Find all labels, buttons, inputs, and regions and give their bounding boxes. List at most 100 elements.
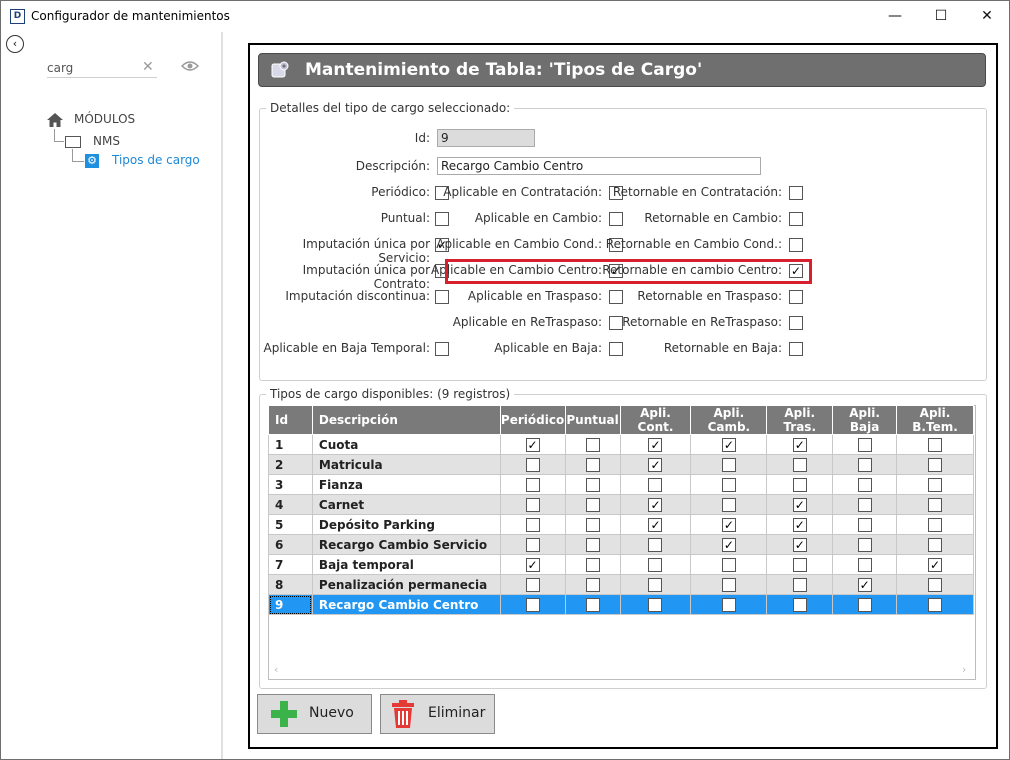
row-checkbox[interactable]: ✓ [525,437,540,452]
row-checkbox[interactable] [857,597,872,612]
retornable-baja-checkbox[interactable] [789,342,803,356]
close-button[interactable]: ✕ [964,1,1010,32]
row-checkbox[interactable] [792,597,807,612]
retornable-contratacion-checkbox[interactable] [789,186,803,200]
col-header-id[interactable]: Id [268,405,313,435]
col-header-apli-btem[interactable]: Apli. B.Tem. [896,405,974,435]
col-header-apli-tras[interactable]: Apli. Tras. [766,405,834,435]
row-checkbox[interactable] [928,577,943,592]
row-checkbox[interactable] [928,517,943,532]
row-checkbox[interactable] [721,597,736,612]
row-checkbox[interactable] [648,557,663,572]
row-checkbox[interactable] [928,477,943,492]
row-checkbox[interactable] [857,497,872,512]
row-checkbox[interactable] [928,437,943,452]
row-checkbox[interactable] [721,457,736,472]
row-checkbox[interactable] [857,477,872,492]
col-header-descripcion[interactable]: Descripción [311,405,501,435]
row-checkbox[interactable]: ✓ [648,497,663,512]
maximize-button[interactable]: ☐ [918,1,964,32]
retornable-traspaso-checkbox[interactable] [789,290,803,304]
row-checkbox[interactable]: ✓ [792,517,807,532]
row-checkbox[interactable] [792,557,807,572]
row-checkbox[interactable] [648,577,663,592]
row-checkbox[interactable] [525,457,540,472]
row-checkbox[interactable] [648,537,663,552]
row-checkbox[interactable] [585,557,600,572]
row-checkbox[interactable] [857,517,872,532]
row-checkbox[interactable] [928,597,943,612]
row-checkbox[interactable]: ✓ [721,517,736,532]
retornable-cambio-cond-checkbox[interactable] [789,238,803,252]
row-checkbox[interactable] [585,437,600,452]
table-row[interactable]: 1 Cuota ✓ ✓ ✓ ✓ [268,434,974,455]
row-checkbox[interactable]: ✓ [928,557,943,572]
row-checkbox[interactable] [648,477,663,492]
description-field[interactable]: Recargo Cambio Centro [437,157,761,175]
row-checkbox[interactable]: ✓ [648,437,663,452]
table-row[interactable]: 8 Penalización permanecia ✓ [268,574,974,595]
back-arrow-icon[interactable]: ‹ [6,35,24,53]
row-checkbox[interactable] [857,457,872,472]
row-checkbox[interactable] [721,557,736,572]
row-checkbox[interactable]: ✓ [721,537,736,552]
clear-search-icon[interactable]: ✕ [142,59,154,75]
tree-root-modules[interactable]: MÓDULOS [74,112,135,126]
row-checkbox[interactable] [792,577,807,592]
row-checkbox[interactable] [585,597,600,612]
row-checkbox[interactable]: ✓ [648,457,663,472]
tree-item-nms[interactable]: NMS [93,134,120,148]
row-checkbox[interactable] [857,437,872,452]
table-row[interactable]: 3 Fianza [268,474,974,495]
row-checkbox[interactable] [525,497,540,512]
tree-item-tipos-de-cargo[interactable]: Tipos de cargo [112,153,200,167]
scroll-right-arrow-icon[interactable]: › [962,663,966,676]
row-checkbox[interactable] [857,537,872,552]
row-checkbox[interactable] [525,577,540,592]
col-header-periodico[interactable]: Periódico [499,405,566,435]
row-checkbox[interactable] [525,517,540,532]
row-checkbox[interactable] [792,477,807,492]
table-row[interactable]: 6 Recargo Cambio Servicio ✓ ✓ [268,534,974,555]
col-header-apli-baja[interactable]: Apli. Baja [832,405,898,435]
row-checkbox[interactable] [928,457,943,472]
retornable-cambio-checkbox[interactable] [789,212,803,226]
row-checkbox[interactable] [648,597,663,612]
row-checkbox[interactable] [585,577,600,592]
col-header-puntual[interactable]: Puntual [564,405,621,435]
row-checkbox[interactable] [585,497,600,512]
scroll-left-arrow-icon[interactable]: ‹ [274,663,278,676]
eye-icon[interactable] [181,60,199,72]
row-checkbox[interactable] [585,457,600,472]
table-row[interactable]: 5 Depósito Parking ✓ ✓ ✓ [268,514,974,535]
row-checkbox[interactable]: ✓ [857,577,872,592]
row-checkbox[interactable] [525,477,540,492]
col-header-apli-camb[interactable]: Apli. Camb. [690,405,768,435]
table-row[interactable]: 7 Baja temporal ✓ ✓ [268,554,974,575]
minimize-button[interactable]: — [872,1,918,32]
row-checkbox[interactable]: ✓ [648,517,663,532]
table-row-selected[interactable]: 9 Recargo Cambio Centro [268,594,974,615]
table-row[interactable]: 2 Matricula ✓ [268,454,974,475]
row-checkbox[interactable]: ✓ [525,557,540,572]
retornable-retraspaso-checkbox[interactable] [789,316,803,330]
row-checkbox[interactable] [525,537,540,552]
row-checkbox[interactable] [928,497,943,512]
delete-button[interactable]: Eliminar [380,694,495,734]
row-checkbox[interactable]: ✓ [792,497,807,512]
row-checkbox[interactable]: ✓ [721,437,736,452]
row-checkbox[interactable] [928,537,943,552]
search-input[interactable] [47,59,157,78]
row-checkbox[interactable] [792,457,807,472]
table-row[interactable]: 4 Carnet ✓ ✓ [268,494,974,515]
row-checkbox[interactable] [585,517,600,532]
row-checkbox[interactable] [857,557,872,572]
row-checkbox[interactable]: ✓ [792,537,807,552]
row-checkbox[interactable] [585,537,600,552]
row-checkbox[interactable]: ✓ [792,437,807,452]
row-checkbox[interactable] [721,577,736,592]
row-checkbox[interactable] [721,497,736,512]
row-checkbox[interactable] [525,597,540,612]
row-checkbox[interactable] [721,477,736,492]
row-checkbox[interactable] [585,477,600,492]
